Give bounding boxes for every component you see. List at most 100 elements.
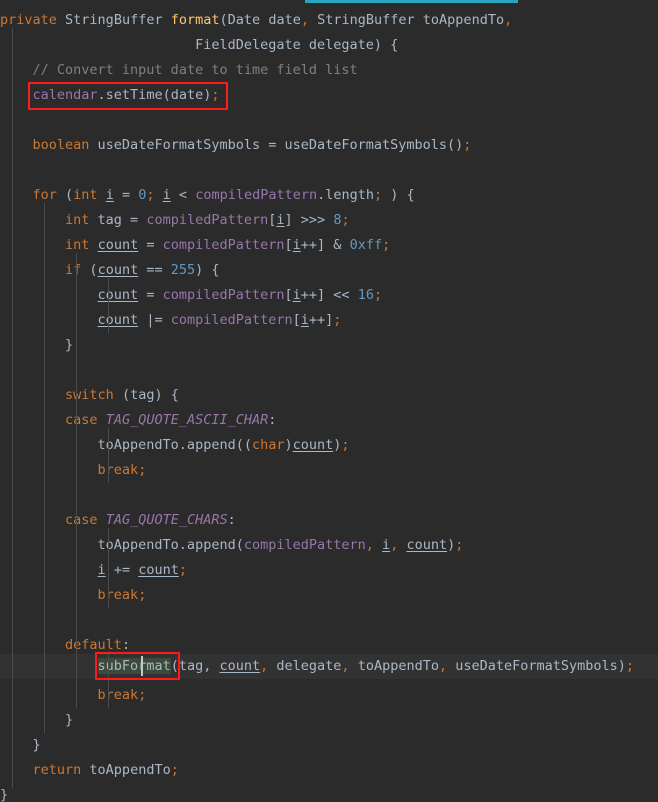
code-line[interactable]: int count = compiledPattern[i++] & 0xff;: [0, 233, 658, 258]
code-token: calendar: [32, 87, 98, 103]
code-line[interactable]: boolean useDateFormatSymbols = useDateFo…: [0, 133, 658, 158]
code-token: +=: [105, 562, 139, 578]
code-token: compiledPattern: [195, 187, 318, 203]
code-line[interactable]: // Convert input date to time field list: [0, 58, 658, 83]
code-token: compiledPattern: [146, 212, 269, 228]
code-token: private: [0, 12, 57, 28]
code-line[interactable]: toAppendTo.append(compiledPattern, i, co…: [0, 533, 658, 558]
code-token: StringBuffer: [65, 12, 163, 28]
code-line[interactable]: toAppendTo.append((char)count);: [0, 433, 658, 458]
code-token: TAG_QUOTE_ASCII_CHAR: [105, 412, 269, 428]
code-line[interactable]: }: [0, 708, 658, 733]
code-token: ,: [300, 12, 309, 28]
code-token: delegate: [268, 658, 342, 674]
code-line[interactable]: [0, 158, 658, 183]
code-line[interactable]: if (count == 255) {: [0, 258, 658, 283]
code-token: }: [0, 787, 9, 802]
code-token: ,: [438, 658, 448, 674]
code-token: for: [32, 187, 57, 203]
code-line[interactable]: subFormat(tag, count, delegate, toAppend…: [0, 654, 658, 679]
code-line[interactable]: }: [0, 733, 658, 758]
code-token: tag =: [89, 212, 147, 228]
code-token: i: [97, 562, 106, 578]
code-token: int: [73, 187, 98, 203]
code-token: char: [251, 437, 285, 453]
code-token: ;: [178, 562, 187, 578]
code-token: toAppendTo.append(: [0, 537, 244, 553]
code-token: toAppendTo: [422, 12, 505, 28]
code-line[interactable]: for (int i = 0; i < compiledPattern.leng…: [0, 183, 658, 208]
code-line[interactable]: switch (tag) {: [0, 383, 658, 408]
code-token: =: [138, 237, 163, 253]
code-line[interactable]: private StringBuffer format(Date date, S…: [0, 8, 658, 33]
code-line[interactable]: count = compiledPattern[i++] << 16;: [0, 283, 658, 308]
code-token: useDateFormatSymbols = useDateFormatSymb…: [89, 137, 464, 153]
code-token: ,: [365, 537, 374, 553]
code-token: (tag) {: [113, 387, 179, 403]
code-line[interactable]: FieldDelegate delegate) {: [0, 33, 658, 58]
code-token: FieldDelegate delegate) {: [0, 37, 399, 53]
code-line[interactable]: count |= compiledPattern[i++];: [0, 308, 658, 333]
code-token: i: [382, 537, 391, 553]
code-line[interactable]: [0, 108, 658, 133]
code-token: }: [0, 712, 74, 728]
code-token: }: [0, 737, 41, 753]
code-token: useDateFormatSymbols): [447, 658, 626, 674]
code-token: ;: [625, 658, 635, 674]
code-line[interactable]: [0, 483, 658, 508]
code-token: ;: [373, 287, 383, 303]
code-token: ;: [333, 312, 342, 328]
code-line[interactable]: int tag = compiledPattern[i] >>> 8;: [0, 208, 658, 233]
code-token: if: [65, 262, 82, 278]
code-token: ) {: [195, 262, 220, 278]
code-line[interactable]: return toAppendTo;: [0, 758, 658, 783]
code-editor-view[interactable]: private StringBuffer format(Date date, S…: [0, 0, 658, 802]
code-token: |=: [138, 312, 171, 328]
code-line[interactable]: [0, 358, 658, 383]
code-line[interactable]: case TAG_QUOTE_ASCII_CHAR:: [0, 408, 658, 433]
code-line[interactable]: }: [0, 333, 658, 358]
code-token: ==: [138, 262, 171, 278]
code-line[interactable]: i += count;: [0, 558, 658, 583]
indent-guide: [108, 428, 109, 483]
code-token: .length: [317, 187, 375, 203]
code-line[interactable]: }: [0, 783, 658, 802]
code-token: toAppendTo: [349, 658, 439, 674]
code-token: case: [65, 512, 98, 528]
code-line[interactable]: break;: [0, 458, 658, 483]
code-line[interactable]: break;: [0, 683, 658, 708]
code-token: int: [65, 237, 90, 253]
code-token: TAG_QUOTE_CHARS: [105, 512, 228, 528]
code-token: }: [0, 337, 74, 353]
code-line[interactable]: case TAG_QUOTE_CHARS:: [0, 508, 658, 533]
code-token: :: [121, 637, 131, 653]
code-token: ++]: [308, 312, 334, 328]
code-surface[interactable]: private StringBuffer format(Date date, S…: [0, 0, 658, 802]
code-token: 255: [170, 262, 196, 278]
code-token: compiledPattern: [243, 537, 366, 553]
code-line[interactable]: calendar.setTime(date);: [0, 83, 658, 108]
indent-guide: [108, 278, 109, 333]
code-token: switch: [65, 387, 114, 403]
code-token: count: [97, 262, 139, 278]
code-token: (: [219, 12, 228, 28]
code-line[interactable]: [0, 608, 658, 633]
indent-guide: [108, 528, 109, 608]
code-line[interactable]: break;: [0, 583, 658, 608]
